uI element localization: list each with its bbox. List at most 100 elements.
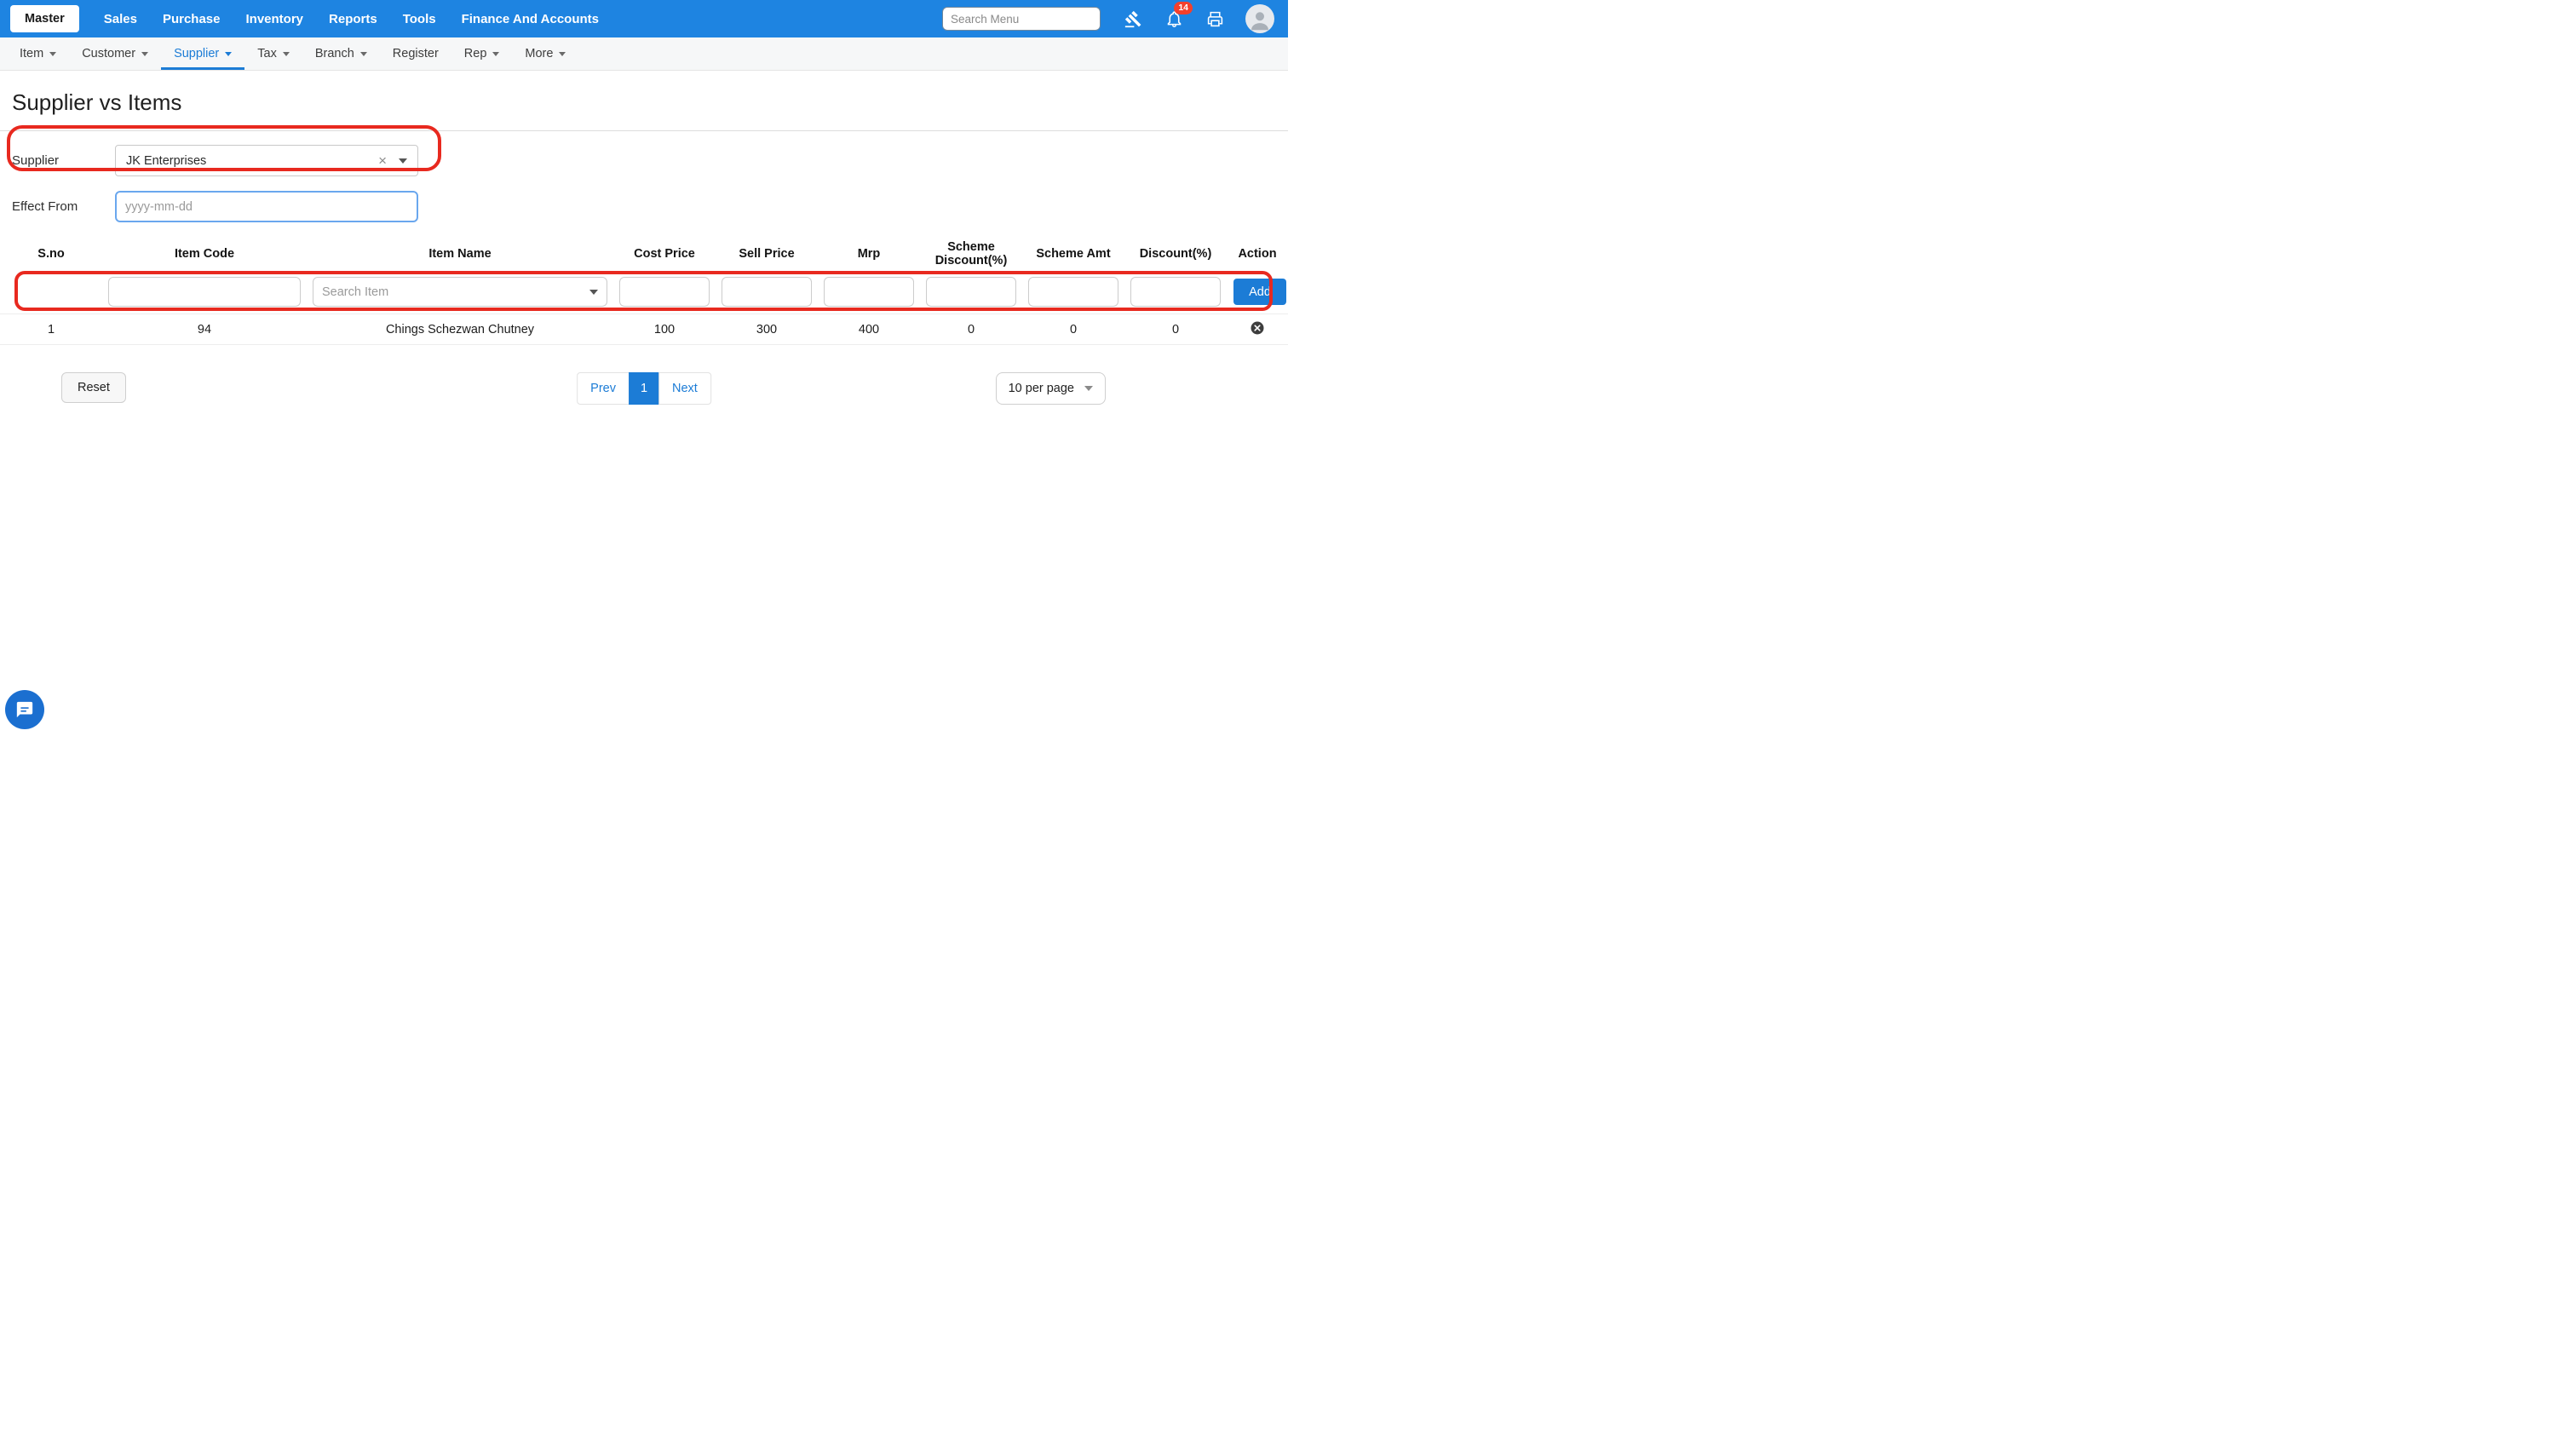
chevron-down-icon[interactable] xyxy=(399,158,407,164)
clear-icon[interactable]: × xyxy=(378,152,387,170)
filter-item-code-cell xyxy=(102,277,307,307)
subnav-item-item[interactable]: Item xyxy=(7,37,69,70)
sell-price-input[interactable] xyxy=(722,277,812,307)
reset-button[interactable]: Reset xyxy=(61,372,126,403)
menu-item-inventory[interactable]: Inventory xyxy=(233,12,317,26)
chevron-down-icon xyxy=(141,52,148,56)
subnav-item-label: Supplier xyxy=(174,47,219,60)
subnav-item-label: Customer xyxy=(82,47,135,60)
cell-item-code: 94 xyxy=(102,323,307,336)
menu-item-finance-and-accounts[interactable]: Finance And Accounts xyxy=(449,12,612,26)
sub-navigation-bar: Item Customer Supplier Tax Branch Regist… xyxy=(0,37,1288,71)
gavel-icon[interactable] xyxy=(1123,9,1143,29)
cell-discount: 0 xyxy=(1124,323,1227,336)
search-item-select[interactable]: Search Item xyxy=(313,277,607,307)
per-page-select[interactable]: 10 per page xyxy=(996,372,1106,405)
pagination-page-1-button[interactable]: 1 xyxy=(629,372,659,405)
table-header-row: S.no Item Code Item Name Cost Price Sell… xyxy=(0,235,1288,273)
mrp-input[interactable] xyxy=(824,277,914,307)
user-avatar[interactable] xyxy=(1245,4,1274,33)
cell-scheme-amt: 0 xyxy=(1022,323,1124,336)
topbar-icons: 14 xyxy=(1123,4,1274,33)
master-menu-button[interactable]: Master xyxy=(10,5,79,32)
chat-widget-button[interactable] xyxy=(5,690,44,729)
subnav-item-label: Tax xyxy=(257,47,277,60)
cost-price-input[interactable] xyxy=(619,277,710,307)
header-mrp: Mrp xyxy=(818,242,920,266)
header-scheme-amt: Scheme Amt xyxy=(1022,242,1124,266)
header-action: Action xyxy=(1227,242,1288,266)
chevron-down-icon xyxy=(589,290,598,295)
header-sell-price: Sell Price xyxy=(716,242,818,266)
cell-item-name: Chings Schezwan Chutney xyxy=(307,323,613,336)
chevron-down-icon xyxy=(559,52,566,56)
top-navigation-bar: Master Sales Purchase Inventory Reports … xyxy=(0,0,1288,37)
menu-item-purchase[interactable]: Purchase xyxy=(150,12,233,26)
chevron-down-icon xyxy=(225,52,232,56)
filter-action-cell: Add xyxy=(1227,279,1288,305)
menu-item-reports[interactable]: Reports xyxy=(316,12,390,26)
scheme-discount-input[interactable] xyxy=(926,277,1016,307)
cell-mrp: 400 xyxy=(818,323,920,336)
scheme-amt-input[interactable] xyxy=(1028,277,1118,307)
supplier-selected-value: JK Enterprises xyxy=(126,154,378,168)
supplier-select[interactable]: JK Enterprises × xyxy=(115,145,418,176)
cell-sell-price: 300 xyxy=(716,323,818,336)
supplier-items-table: S.no Item Code Item Name Cost Price Sell… xyxy=(0,235,1288,345)
page-title: Supplier vs Items xyxy=(12,89,1288,116)
pagination-next-button[interactable]: Next xyxy=(658,372,711,405)
subnav-item-customer[interactable]: Customer xyxy=(69,37,161,70)
notification-bell-icon[interactable]: 14 xyxy=(1164,9,1184,29)
effect-from-date-input[interactable] xyxy=(115,191,418,222)
filter-scheme-amt-cell xyxy=(1022,277,1124,307)
chevron-down-icon xyxy=(283,52,290,56)
cell-action xyxy=(1227,320,1288,339)
footer-controls: Reset Prev 1 Next 10 per page xyxy=(0,372,1288,406)
menu-item-tools[interactable]: Tools xyxy=(390,12,449,26)
add-button[interactable]: Add xyxy=(1233,279,1286,305)
search-item-placeholder-text: Search Item xyxy=(322,285,589,299)
header-item-code: Item Code xyxy=(102,242,307,266)
circled-x-icon xyxy=(1250,320,1265,336)
supplier-form-row: Supplier JK Enterprises × xyxy=(12,145,1288,176)
title-divider xyxy=(0,130,1288,131)
notification-count-badge: 14 xyxy=(1174,2,1193,14)
search-menu-input[interactable] xyxy=(942,7,1101,31)
header-item-name: Item Name xyxy=(307,242,613,266)
cell-scheme-discount: 0 xyxy=(920,323,1022,336)
discount-input[interactable] xyxy=(1130,277,1221,307)
supplier-label: Supplier xyxy=(12,153,115,168)
chevron-down-icon xyxy=(360,52,367,56)
filter-scheme-discount-cell xyxy=(920,277,1022,307)
filter-cost-price-cell xyxy=(613,277,716,307)
printer-icon[interactable] xyxy=(1205,9,1225,29)
per-page-value: 10 per page xyxy=(1009,382,1074,395)
cell-cost-price: 100 xyxy=(613,323,716,336)
subnav-item-label: More xyxy=(525,47,553,60)
filter-item-name-cell: Search Item xyxy=(307,277,613,307)
subnav-item-label: Item xyxy=(20,47,43,60)
filter-discount-cell xyxy=(1124,277,1227,307)
filter-sell-price-cell xyxy=(716,277,818,307)
subnav-item-register[interactable]: Register xyxy=(380,37,451,70)
chat-icon xyxy=(15,700,34,719)
subnav-item-more[interactable]: More xyxy=(512,37,578,70)
filter-mrp-cell xyxy=(818,277,920,307)
item-code-filter-input[interactable] xyxy=(108,277,301,307)
pagination-prev-button[interactable]: Prev xyxy=(577,372,630,405)
table-filter-row: Search Item Add xyxy=(0,273,1288,314)
header-scheme-discount: Scheme Discount(%) xyxy=(920,235,1022,273)
chevron-down-icon xyxy=(492,52,499,56)
menu-item-sales[interactable]: Sales xyxy=(91,12,150,26)
remove-row-button[interactable] xyxy=(1250,320,1265,336)
subnav-item-tax[interactable]: Tax xyxy=(244,37,302,70)
subnav-item-branch[interactable]: Branch xyxy=(302,37,380,70)
table-row: 1 94 Chings Schezwan Chutney 100 300 400… xyxy=(0,314,1288,345)
effect-from-form-row: Effect From xyxy=(12,191,1288,222)
subnav-item-label: Rep xyxy=(464,47,487,60)
subnav-item-rep[interactable]: Rep xyxy=(451,37,513,70)
header-cost-price: Cost Price xyxy=(613,242,716,266)
subnav-item-supplier[interactable]: Supplier xyxy=(161,37,244,70)
subnav-item-label: Branch xyxy=(315,47,354,60)
chevron-down-icon xyxy=(49,52,56,56)
